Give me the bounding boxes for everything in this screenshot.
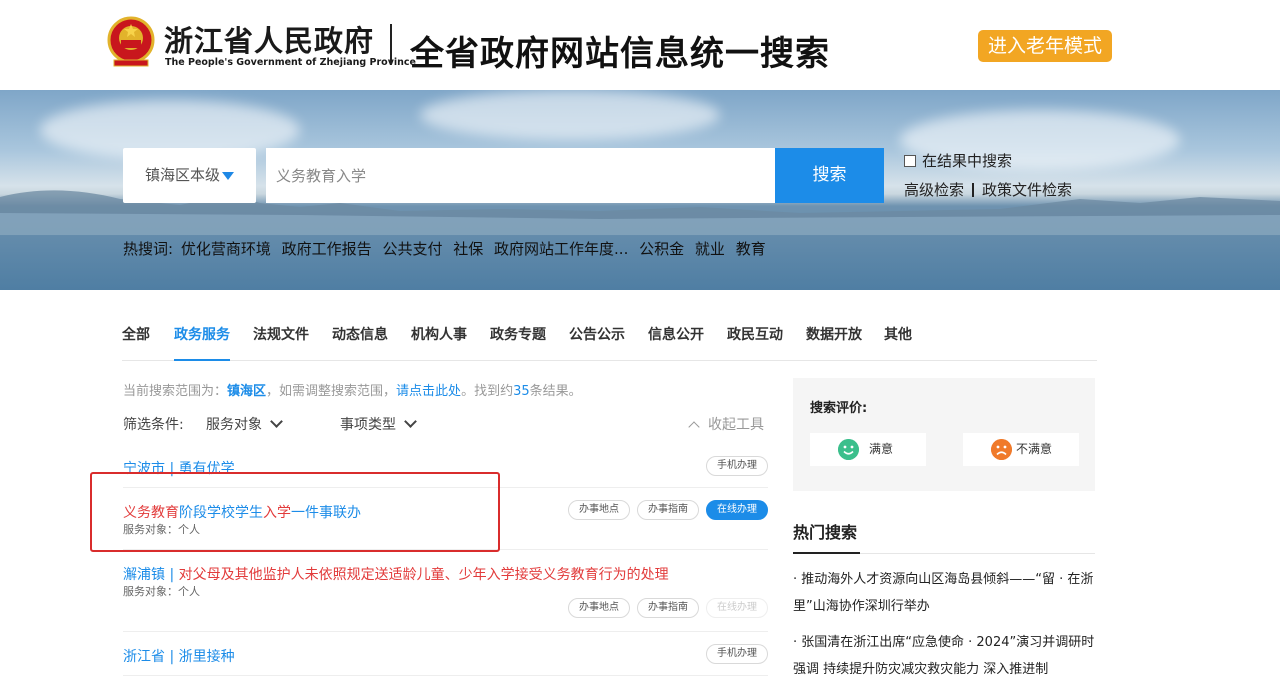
smile-face-icon bbox=[838, 439, 859, 460]
tab-topics[interactable]: 政务专题 bbox=[490, 324, 546, 361]
tab-government-services[interactable]: 政务服务 bbox=[174, 324, 230, 361]
result-item: 义务教育阶段学校学生入学一件事联办 服务对象：个人 办事地点 办事指南 在线办理 bbox=[123, 488, 768, 550]
policy-search-link[interactable]: 政策文件检索 bbox=[982, 181, 1072, 199]
site-title: 全省政府网站信息统一搜索 bbox=[410, 34, 830, 74]
search-button[interactable]: 搜索 bbox=[775, 148, 884, 203]
scope-mid: ，如需调整搜索范围， bbox=[266, 384, 397, 399]
site-header: 浙江省人民政府 The People's Government of Zheji… bbox=[0, 0, 1280, 90]
tab-disclosure[interactable]: 信息公开 bbox=[648, 324, 704, 361]
hot-word[interactable]: 社保 bbox=[453, 240, 483, 258]
result-count: 35 bbox=[513, 384, 530, 399]
elder-mode-button[interactable]: 进入老年模式 bbox=[978, 30, 1112, 62]
tab-open-data[interactable]: 数据开放 bbox=[806, 324, 862, 361]
gov-name-cn: 浙江省人民政府 bbox=[164, 24, 375, 58]
guide-button[interactable]: 办事指南 bbox=[637, 500, 699, 520]
category-tabs: 全部 政务服务 法规文件 动态信息 机构人事 政务专题 公告公示 信息公开 政民… bbox=[122, 324, 1097, 361]
collapse-tools-button[interactable]: 收起工具 bbox=[688, 414, 764, 434]
title-highlight: 对父母及其他监护人未依照规定送适龄儿童、少年入学接受义务教育行为的处理 bbox=[178, 567, 669, 583]
national-emblem-icon bbox=[107, 16, 155, 67]
mobile-handle-button[interactable]: 手机办理 bbox=[706, 456, 768, 476]
link-divider bbox=[972, 183, 975, 197]
online-handle-button: 在线办理 bbox=[706, 598, 768, 618]
result-service-target: 服务对象：个人 bbox=[123, 585, 200, 598]
satisfied-label: 满意 bbox=[869, 442, 894, 456]
scope-count-prefix: 。找到约 bbox=[461, 384, 514, 399]
chevron-up-icon bbox=[688, 421, 700, 433]
search-input[interactable] bbox=[266, 148, 775, 203]
advanced-links: 高级检索 政策文件检索 bbox=[904, 179, 1072, 200]
result-service-target: 服务对象：个人 bbox=[123, 523, 200, 536]
guide-button[interactable]: 办事指南 bbox=[637, 598, 699, 618]
hot-word[interactable]: 政府网站工作年度... bbox=[494, 240, 628, 258]
hot-words-label: 热搜词: bbox=[123, 240, 174, 258]
service-target-label: 服务对象 bbox=[206, 417, 262, 433]
result-item: 澥浦镇 | 对父母及其他监护人未依照规定送适龄儿童、少年入学接受义务教育行为的处… bbox=[123, 550, 768, 632]
tab-notices[interactable]: 公告公示 bbox=[569, 324, 625, 361]
hot-search-underline bbox=[793, 552, 860, 554]
title-highlight: 入学 bbox=[263, 505, 291, 521]
unsatisfied-button[interactable]: 不满意 bbox=[963, 433, 1079, 466]
search-scope: 当前搜索范围为：镇海区，如需调整搜索范围，请点击此处。找到约35条结果。 bbox=[123, 380, 582, 399]
tab-news[interactable]: 动态信息 bbox=[332, 324, 388, 361]
hot-search-item[interactable]: · 推动海外人才资源向山区海岛县倾斜——“留 · 在浙里”山海协作深圳行举办 bbox=[793, 566, 1095, 620]
online-handle-button[interactable]: 在线办理 bbox=[706, 500, 768, 520]
in-result-label: 在结果中搜索 bbox=[922, 152, 1013, 170]
tab-interaction[interactable]: 政民互动 bbox=[727, 324, 783, 361]
title-text: 阶段学校学生 bbox=[179, 505, 263, 521]
result-item: 浙江省 | 浙里接种 手机办理 bbox=[123, 632, 768, 676]
scope-region: 镇海区 bbox=[227, 384, 267, 399]
result-title[interactable]: 澥浦镇 | 对父母及其他监护人未依照规定送适龄儿童、少年入学接受义务教育行为的处… bbox=[123, 564, 669, 584]
result-title[interactable]: 宁波市 | 勇有优学 bbox=[123, 458, 235, 478]
header-divider bbox=[390, 24, 392, 64]
title-text: 一件事联办 bbox=[291, 505, 361, 521]
tab-other[interactable]: 其他 bbox=[884, 324, 912, 361]
hot-word[interactable]: 政府工作报告 bbox=[282, 240, 372, 258]
result-item: 宁波市 | 勇有优学 手机办理 bbox=[123, 446, 768, 488]
office-location-button[interactable]: 办事地点 bbox=[568, 598, 630, 618]
scope-prefix: 当前搜索范围为： bbox=[123, 384, 228, 399]
evaluation-title: 搜索评价: bbox=[810, 401, 868, 416]
item-type-label: 事项类型 bbox=[340, 417, 396, 433]
tab-all[interactable]: 全部 bbox=[122, 324, 150, 361]
advanced-search-link[interactable]: 高级检索 bbox=[904, 181, 964, 199]
tab-regulations[interactable]: 法规文件 bbox=[253, 324, 309, 361]
unsatisfied-label: 不满意 bbox=[1016, 442, 1053, 456]
hot-word[interactable]: 就业 bbox=[695, 240, 725, 258]
mobile-handle-button[interactable]: 手机办理 bbox=[706, 644, 768, 664]
hot-word[interactable]: 公共支付 bbox=[382, 240, 442, 258]
sad-face-icon bbox=[991, 439, 1012, 460]
tab-personnel[interactable]: 机构人事 bbox=[411, 324, 467, 361]
scope-count-suffix: 条结果。 bbox=[529, 384, 582, 399]
office-location-button[interactable]: 办事地点 bbox=[568, 500, 630, 520]
hot-word[interactable]: 优化营商环境 bbox=[181, 240, 271, 258]
hot-search-title: 热门搜索 bbox=[793, 523, 858, 542]
chevron-down-icon bbox=[404, 415, 417, 428]
service-target-filter[interactable]: 服务对象 bbox=[206, 414, 283, 434]
search-evaluation: 搜索评价: 满意 不满意 bbox=[793, 378, 1095, 491]
region-select[interactable]: 镇海区本级 bbox=[123, 148, 256, 203]
hot-word[interactable]: 教育 bbox=[736, 240, 766, 258]
result-title[interactable]: 义务教育阶段学校学生入学一件事联办 bbox=[123, 502, 361, 522]
hot-word[interactable]: 公积金 bbox=[639, 240, 684, 258]
satisfied-button[interactable]: 满意 bbox=[810, 433, 926, 466]
hot-words: 热搜词: 优化营商环境 政府工作报告 公共支付 社保 政府网站工作年度... 公… bbox=[123, 238, 772, 259]
filter-label: 筛选条件: bbox=[123, 417, 184, 433]
gov-name-en: The People's Government of Zhejiang Prov… bbox=[165, 57, 416, 68]
in-result-option[interactable]: 在结果中搜索 bbox=[904, 150, 1012, 171]
title-region: 澥浦镇 | bbox=[123, 567, 179, 583]
chevron-down-icon bbox=[270, 415, 283, 428]
caret-down-icon bbox=[222, 171, 235, 180]
hot-search-item[interactable]: · 张国清在浙江出席“应急使命 · 2024”演习并调研时强调 持续提升防灾减灾… bbox=[793, 629, 1095, 683]
region-select-label: 镇海区本级 bbox=[145, 166, 221, 184]
collapse-tools-label: 收起工具 bbox=[708, 417, 764, 433]
item-type-filter[interactable]: 事项类型 bbox=[340, 414, 417, 434]
scope-change-link[interactable]: 请点击此处 bbox=[396, 384, 461, 399]
result-title[interactable]: 浙江省 | 浙里接种 bbox=[123, 646, 235, 666]
in-result-checkbox[interactable] bbox=[904, 155, 916, 167]
title-highlight: 义务教育 bbox=[123, 505, 179, 521]
